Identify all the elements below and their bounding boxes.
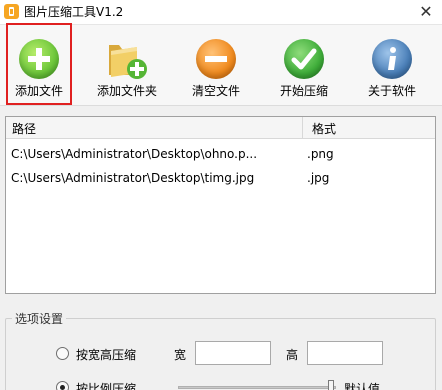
height-label: 高: [286, 348, 299, 362]
info-icon: [372, 39, 412, 79]
about-label: 关于软件: [367, 84, 416, 98]
column-header-path[interactable]: 路径: [12, 120, 36, 137]
minus-icon: [196, 39, 236, 79]
clear-files-button[interactable]: 清空文件: [186, 25, 246, 107]
width-input[interactable]: [195, 341, 271, 365]
close-button[interactable]: ✕: [416, 2, 436, 22]
table-row[interactable]: C:\Users\Administrator\Desktop\ohno.p...…: [6, 143, 435, 165]
folder-add-icon: [105, 39, 149, 79]
row-path: C:\Users\Administrator\Desktop\ohno.p...: [11, 147, 258, 161]
toolbar: 添加文件 添加文件夹 清空文件 开始压缩 关于软件: [0, 23, 442, 107]
checkmark-icon: [284, 39, 324, 79]
row-format: .png: [307, 147, 334, 161]
ratio-slider-thumb[interactable]: [328, 380, 334, 390]
app-icon: [4, 4, 19, 19]
add-file-button[interactable]: 添加文件: [6, 23, 72, 105]
start-compress-button[interactable]: 开始压缩: [274, 25, 334, 107]
title-bar: 图片压缩工具V1.2 ✕: [0, 0, 442, 24]
file-list[interactable]: 路径 格式 C:\Users\Administrator\Desktop\ohn…: [5, 116, 436, 294]
by-ratio-label[interactable]: 按比例压缩: [76, 380, 136, 390]
row-path: C:\Users\Administrator\Desktop\timg.jpg: [11, 171, 255, 185]
width-label: 宽: [174, 348, 187, 362]
window-title: 图片压缩工具V1.2: [24, 5, 124, 19]
start-compress-label: 开始压缩: [279, 84, 328, 98]
column-divider[interactable]: [302, 117, 303, 139]
about-button[interactable]: 关于软件: [362, 25, 422, 107]
add-folder-label: 添加文件夹: [96, 84, 157, 98]
add-file-label: 添加文件: [14, 84, 63, 98]
clear-files-label: 清空文件: [191, 84, 240, 98]
radio-by-width-height[interactable]: [56, 347, 69, 360]
add-icon: [19, 39, 59, 79]
column-header-format[interactable]: 格式: [312, 120, 336, 137]
add-folder-button[interactable]: 添加文件夹: [90, 25, 164, 107]
default-value-label: 默认值: [344, 382, 381, 390]
ratio-slider-track[interactable]: [178, 386, 336, 389]
height-input[interactable]: [307, 341, 383, 365]
radio-by-ratio[interactable]: [56, 381, 69, 390]
options-group: 选项设置 按宽高压缩 宽 高 按比例压缩 默认值: [5, 310, 436, 390]
row-format: .jpg: [307, 171, 330, 185]
options-group-title: 选项设置: [12, 310, 67, 327]
table-row[interactable]: C:\Users\Administrator\Desktop\timg.jpg …: [6, 167, 435, 189]
list-header: 路径 格式: [6, 117, 435, 139]
by-width-height-label[interactable]: 按宽高压缩: [76, 346, 136, 363]
